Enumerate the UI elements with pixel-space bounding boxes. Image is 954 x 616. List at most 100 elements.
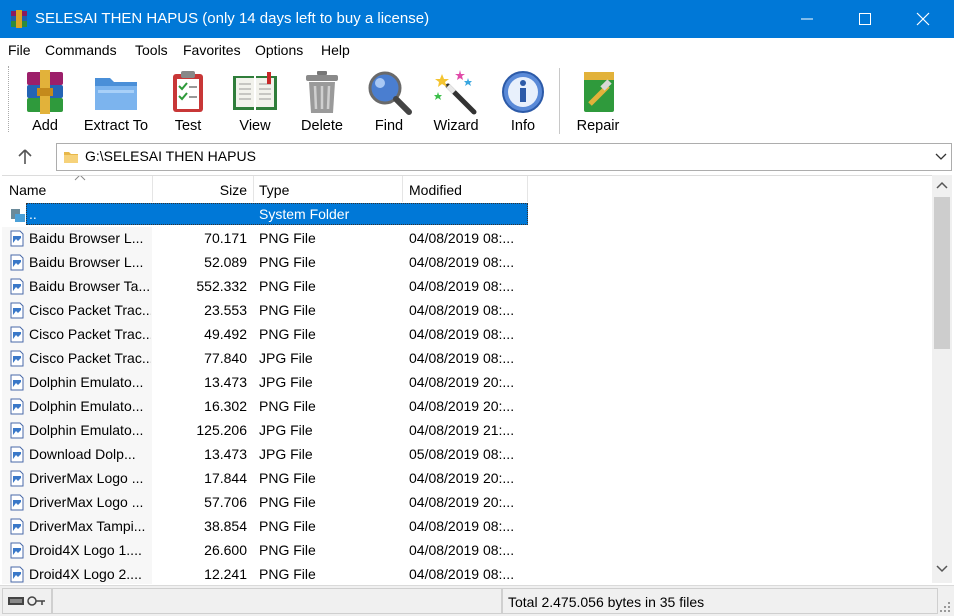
extract-to-label: Extract To xyxy=(83,118,149,134)
image-file-icon xyxy=(10,326,24,343)
file-row[interactable]: Droid4X Logo 1.... 26.600 PNG File 04/08/20… xyxy=(2,539,932,563)
wizard-button[interactable]: Wizard xyxy=(426,66,486,138)
column-name-label: Name xyxy=(9,182,47,198)
file-row[interactable]: Dolphin Emulato... 13.473 JPG File 04/08/20… xyxy=(2,371,932,395)
image-file-icon xyxy=(10,350,24,367)
file-row[interactable]: Download Dolp... 13.473 JPG File 05/08/2019… xyxy=(2,443,932,467)
column-size[interactable]: Size xyxy=(153,176,254,202)
delete-button[interactable]: Delete xyxy=(292,66,352,138)
maximize-button[interactable] xyxy=(836,0,894,38)
scroll-down-arrow-icon[interactable] xyxy=(936,565,948,573)
chevron-down-icon[interactable] xyxy=(935,152,947,162)
up-folder-button[interactable] xyxy=(12,146,38,168)
file-modified: 05/08/2019 08:... xyxy=(409,446,515,462)
folder-icon xyxy=(64,152,78,163)
minimize-button[interactable] xyxy=(778,0,836,38)
file-row[interactable]: Cisco Packet Trac... 23.553 PNG File 04/08/… xyxy=(2,299,932,323)
parent-folder-row[interactable]: .. System Folder xyxy=(2,203,932,227)
file-row[interactable]: Baidu Browser L... 70.171 PNG File 04/08/20… xyxy=(2,227,932,251)
file-row[interactable]: DriverMax Tampi... 38.854 PNG File 04/08/20… xyxy=(2,515,932,539)
path-field[interactable]: G:\SELESAI THEN HAPUS xyxy=(56,143,952,171)
scrollbar-thumb[interactable] xyxy=(934,197,950,349)
file-size: 17.844 xyxy=(204,470,247,486)
file-row[interactable]: Baidu Browser L... 52.089 PNG File 04/08/20… xyxy=(2,251,932,275)
window-title: SELESAI THEN HAPUS (only 14 days left to… xyxy=(35,10,430,27)
status-selection xyxy=(52,588,502,614)
menu-help[interactable]: Help xyxy=(321,42,350,58)
file-name: Dolphin Emulato... xyxy=(29,422,144,438)
info-button[interactable]: Info xyxy=(496,66,550,138)
view-button[interactable]: View xyxy=(226,66,284,138)
delete-label: Delete xyxy=(301,118,343,134)
test-checklist-icon xyxy=(173,71,203,112)
file-type: PNG File xyxy=(259,542,316,558)
sort-up-icon xyxy=(74,176,86,181)
toolbar-separator xyxy=(559,68,560,134)
file-size: 552.332 xyxy=(196,278,247,294)
file-row[interactable]: Baidu Browser Ta... 552.332 PNG File 04/08/… xyxy=(2,275,932,299)
file-size: 13.473 xyxy=(204,446,247,462)
extract-to-button[interactable]: Extract To xyxy=(80,66,152,138)
image-file-icon xyxy=(10,470,24,487)
file-modified: 04/08/2019 08:... xyxy=(409,566,515,582)
file-type: JPG File xyxy=(259,446,313,462)
file-row[interactable]: DriverMax Logo ... 17.844 PNG File 04/08/20… xyxy=(2,467,932,491)
menu-tools[interactable]: Tools xyxy=(135,42,168,58)
file-row[interactable]: Cisco Packet Trac... 49.492 PNG File 04/08/… xyxy=(2,323,932,347)
drive-key-icon[interactable] xyxy=(7,592,47,610)
image-file-icon xyxy=(10,494,24,511)
toolbar: Add Extract To Test View Delete Find Wiz… xyxy=(0,62,954,140)
file-type: PNG File xyxy=(259,470,316,486)
menu-favorites[interactable]: Favorites xyxy=(183,42,241,58)
add-button[interactable]: Add xyxy=(14,66,76,138)
column-type[interactable]: Type xyxy=(254,176,403,202)
resize-grip-icon[interactable] xyxy=(940,602,950,612)
file-modified: 04/08/2019 08:... xyxy=(409,254,515,270)
file-row[interactable]: Dolphin Emulato... 16.302 PNG File 04/08/20… xyxy=(2,395,932,419)
file-modified: 04/08/2019 08:... xyxy=(409,518,515,534)
file-name: Dolphin Emulato... xyxy=(29,374,144,390)
extract-folder-icon xyxy=(95,78,137,110)
file-modified: 04/08/2019 21:... xyxy=(409,422,515,438)
find-button[interactable]: Find xyxy=(362,66,416,138)
close-button[interactable] xyxy=(894,0,952,38)
file-size: 16.302 xyxy=(204,398,247,414)
status-summary: Total 2.475.056 bytes in 35 files xyxy=(502,588,938,614)
menu-options[interactable]: Options xyxy=(255,42,303,58)
file-type: System Folder xyxy=(259,206,350,222)
scroll-up-arrow-icon[interactable] xyxy=(936,181,948,189)
parent-folder-icon xyxy=(11,209,25,222)
test-label: Test xyxy=(174,118,202,134)
test-button[interactable]: Test xyxy=(160,66,216,138)
file-row[interactable]: DriverMax Logo ... 57.706 PNG File 04/08/20… xyxy=(2,491,932,515)
file-size: 13.473 xyxy=(204,374,247,390)
repair-button[interactable]: Repair xyxy=(568,66,628,138)
menu-file[interactable]: File xyxy=(8,42,31,58)
file-name: Cisco Packet Trac... xyxy=(29,302,151,318)
column-modified[interactable]: Modified xyxy=(403,176,528,202)
winrar-app-icon[interactable] xyxy=(10,10,28,28)
column-name[interactable]: Name xyxy=(2,176,153,202)
file-type: PNG File xyxy=(259,278,316,294)
file-modified: 04/08/2019 08:... xyxy=(409,230,515,246)
file-name: DriverMax Logo ... xyxy=(29,470,144,486)
file-type: PNG File xyxy=(259,398,316,414)
vertical-scrollbar[interactable] xyxy=(932,175,952,583)
wizard-label: Wizard xyxy=(433,118,479,134)
file-modified: 04/08/2019 20:... xyxy=(409,494,515,510)
file-row[interactable]: Droid4X Logo 2.... 12.241 PNG File 04/08/20… xyxy=(2,563,932,584)
file-size: 77.840 xyxy=(204,350,247,366)
maximize-icon xyxy=(859,13,871,25)
view-book-icon xyxy=(233,72,277,110)
add-archive-icon xyxy=(27,70,63,114)
status-summary-text: Total 2.475.056 bytes in 35 files xyxy=(508,594,705,610)
column-size-label: Size xyxy=(219,182,247,198)
toolbar-grip xyxy=(8,66,12,132)
file-row[interactable]: Cisco Packet Trac... 77.840 JPG File 04/08/… xyxy=(2,347,932,371)
menu-commands[interactable]: Commands xyxy=(45,42,117,58)
file-size: 12.241 xyxy=(204,566,247,582)
image-file-icon xyxy=(10,254,24,271)
file-row[interactable]: Dolphin Emulato... 125.206 JPG File 04/08/2… xyxy=(2,419,932,443)
view-label: View xyxy=(239,118,271,134)
close-icon xyxy=(916,12,930,26)
